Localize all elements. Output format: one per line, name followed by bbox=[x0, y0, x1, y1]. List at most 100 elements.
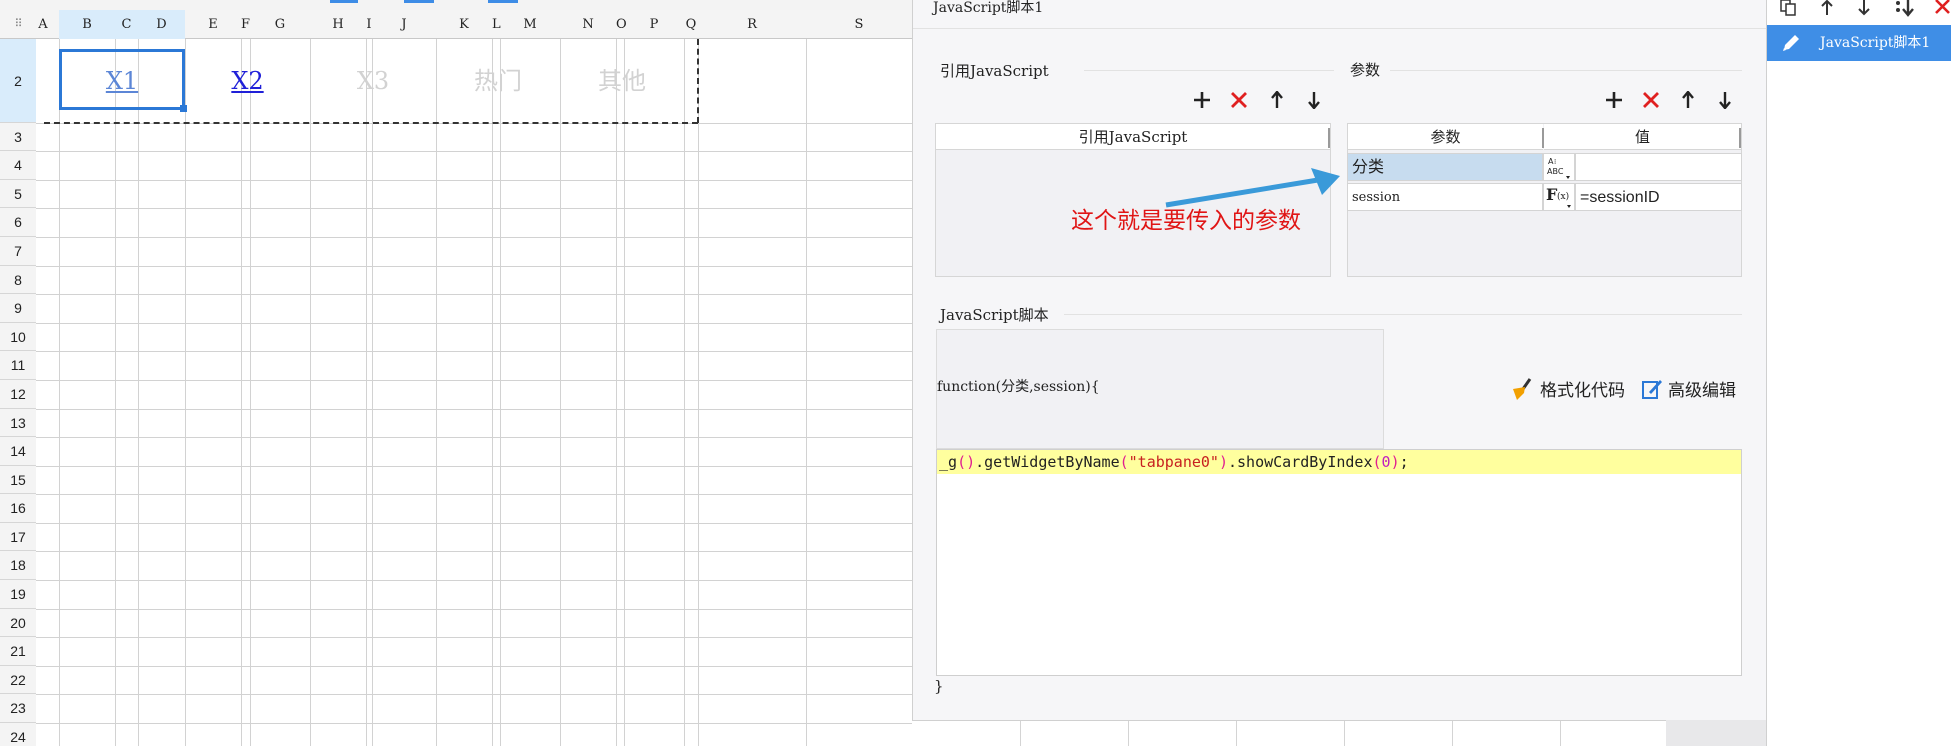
bottom-grid-strip bbox=[912, 720, 1766, 746]
row-header[interactable]: 2 bbox=[0, 39, 36, 123]
arrow-down-icon[interactable] bbox=[1857, 0, 1871, 16]
ref-js-section-title: 引用JavaScript bbox=[940, 62, 1049, 80]
code-editor[interactable]: _g().getWidgetByName("tabpane0").showCar… bbox=[936, 449, 1742, 676]
delete-ref-button[interactable] bbox=[1226, 87, 1252, 113]
column-header[interactable]: E bbox=[185, 10, 241, 39]
row-header[interactable]: 6 bbox=[0, 208, 36, 237]
plus-icon bbox=[1194, 92, 1210, 108]
tab-hot[interactable]: 热门 bbox=[436, 39, 560, 123]
row-header[interactable]: 20 bbox=[0, 609, 36, 637]
event-list-item[interactable]: JavaScript脚本1 bbox=[1767, 25, 1951, 61]
text-type-icon[interactable]: A ⁞ ABC bbox=[1543, 153, 1575, 181]
param-name-cell[interactable]: 分类 bbox=[1347, 153, 1543, 181]
app-root: ⠿ A B C D E F G H I J K L M N O P Q R S … bbox=[0, 0, 1951, 746]
row-header[interactable]: 12 bbox=[0, 380, 36, 409]
param-value-cell[interactable] bbox=[1575, 153, 1742, 181]
row-header[interactable]: 3 bbox=[0, 123, 36, 151]
copy-icon[interactable] bbox=[1779, 0, 1799, 16]
add-ref-button[interactable] bbox=[1189, 87, 1215, 113]
row-header[interactable]: 7 bbox=[0, 237, 36, 266]
column-header[interactable]: K bbox=[436, 10, 492, 39]
row-header[interactable]: 23 bbox=[0, 694, 36, 723]
function-signature: function(分类,session){ bbox=[937, 379, 1100, 395]
column-header[interactable]: R bbox=[698, 10, 806, 39]
row-header[interactable]: 17 bbox=[0, 523, 36, 551]
tab-other[interactable]: 其他 bbox=[560, 39, 684, 123]
params-value-header[interactable]: 值 bbox=[1544, 124, 1741, 150]
move-down-param-button[interactable] bbox=[1712, 87, 1738, 113]
column-header[interactable]: L bbox=[492, 10, 501, 39]
column-header[interactable]: F bbox=[241, 10, 250, 39]
toolbar-indicator bbox=[488, 0, 518, 3]
column-header[interactable]: Q bbox=[684, 10, 698, 39]
column-header[interactable]: M bbox=[500, 10, 560, 39]
sheet-toolbar-strip bbox=[0, 0, 912, 10]
spreadsheet: ⠿ A B C D E F G H I J K L M N O P Q R S … bbox=[0, 0, 912, 746]
row-header[interactable]: 22 bbox=[0, 666, 36, 694]
row-header[interactable]: 8 bbox=[0, 266, 36, 294]
event-list-panel: JavaScript脚本1 bbox=[1766, 0, 1951, 746]
ref-js-column-header[interactable]: 引用JavaScript bbox=[936, 124, 1330, 150]
column-header[interactable]: C bbox=[115, 10, 138, 39]
select-all-corner[interactable]: ⠿ bbox=[0, 10, 36, 39]
broom-icon bbox=[1513, 377, 1532, 400]
delete-x-icon[interactable] bbox=[1933, 0, 1951, 16]
column-header[interactable]: P bbox=[624, 10, 684, 39]
tab-x3[interactable]: X3 bbox=[310, 39, 436, 123]
delete-x-icon bbox=[1231, 92, 1247, 108]
row-header[interactable]: 14 bbox=[0, 437, 36, 466]
advanced-edit-button[interactable]: 高级编辑 bbox=[1640, 376, 1736, 401]
column-header[interactable]: J bbox=[372, 10, 436, 39]
column-header[interactable]: B bbox=[59, 10, 115, 39]
arrow-down-icon bbox=[1719, 92, 1731, 109]
column-header[interactable]: S bbox=[806, 10, 912, 39]
params-name-header[interactable]: 参数 bbox=[1348, 124, 1543, 150]
arrow-up-icon bbox=[1271, 91, 1283, 108]
param-value-cell[interactable]: =sessionID bbox=[1575, 183, 1742, 211]
row-header[interactable]: 21 bbox=[0, 637, 36, 666]
column-header[interactable]: N bbox=[560, 10, 616, 39]
delete-param-button[interactable] bbox=[1638, 87, 1664, 113]
add-param-button[interactable] bbox=[1601, 87, 1627, 113]
cell-grid[interactable] bbox=[36, 39, 912, 746]
cell-selection bbox=[59, 49, 185, 110]
row-header[interactable]: 5 bbox=[0, 180, 36, 208]
arrow-up-icon[interactable] bbox=[1820, 0, 1834, 16]
column-header[interactable]: H bbox=[310, 10, 366, 39]
move-up-ref-button[interactable] bbox=[1264, 87, 1290, 113]
row-header[interactable]: 13 bbox=[0, 409, 36, 437]
svg-text:(x): (x) bbox=[1557, 191, 1569, 202]
row-header[interactable]: 16 bbox=[0, 494, 36, 523]
column-header-bar: ⠿ A B C D E F G H I J K L M N O P Q R S bbox=[0, 10, 912, 39]
row-header[interactable]: 9 bbox=[0, 294, 36, 323]
widget-boundary bbox=[697, 39, 699, 123]
row-header[interactable]: 10 bbox=[0, 323, 36, 351]
row-header[interactable]: 15 bbox=[0, 466, 36, 494]
column-header[interactable]: O bbox=[616, 10, 627, 39]
widget-boundary bbox=[44, 122, 698, 124]
scroll-corner bbox=[1666, 720, 1766, 746]
delete-x-icon bbox=[1643, 92, 1659, 108]
formula-type-icon[interactable]: F (x) bbox=[1543, 183, 1575, 211]
fill-handle[interactable] bbox=[180, 105, 187, 112]
code-line[interactable]: _g().getWidgetByName("tabpane0").showCar… bbox=[937, 450, 1741, 474]
row-header[interactable]: 4 bbox=[0, 151, 36, 180]
column-header[interactable]: G bbox=[250, 10, 310, 39]
row-header[interactable]: 19 bbox=[0, 580, 36, 609]
move-to-bottom-icon[interactable] bbox=[1894, 0, 1916, 18]
move-down-ref-button[interactable] bbox=[1301, 87, 1327, 113]
column-header[interactable]: A bbox=[36, 10, 50, 39]
column-header[interactable]: D bbox=[138, 10, 185, 39]
row-header[interactable]: 18 bbox=[0, 551, 36, 580]
svg-text:⁞: ⁞ bbox=[1554, 158, 1556, 166]
move-up-param-button[interactable] bbox=[1675, 87, 1701, 113]
tab-x2[interactable]: X2 bbox=[185, 39, 310, 123]
row-header-bar: 2 3 4 5 6 7 8 9 10 11 12 13 14 15 16 17 … bbox=[0, 39, 36, 746]
row-header[interactable]: 11 bbox=[0, 351, 36, 380]
svg-text:ABC: ABC bbox=[1547, 167, 1564, 176]
advanced-edit-label: 高级编辑 bbox=[1668, 381, 1736, 400]
row-header[interactable]: 24 bbox=[0, 723, 36, 746]
format-code-button[interactable]: 格式化代码 bbox=[1510, 376, 1625, 401]
arrow-up-icon bbox=[1682, 91, 1694, 108]
param-name-cell[interactable]: session bbox=[1347, 183, 1543, 211]
